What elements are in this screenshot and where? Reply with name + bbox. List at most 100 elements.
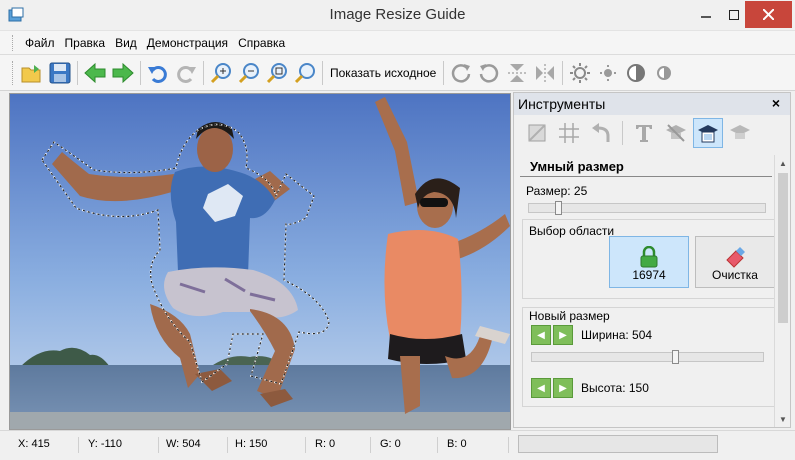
menu-bar: Файл Правка Вид Демонстрация Справка — [0, 31, 795, 55]
rotate-left-icon — [480, 63, 499, 83]
zoom-out-button[interactable] — [235, 59, 263, 87]
crop-tool-button[interactable] — [522, 118, 552, 148]
status-separator — [78, 437, 79, 453]
photo — [10, 94, 510, 429]
close-button[interactable] — [745, 1, 792, 28]
undo-icon — [148, 65, 167, 83]
remove-tool-button[interactable] — [725, 118, 755, 148]
width-row: ◀ ▶ Ширина: 504 — [523, 323, 774, 347]
zoom-fit-button[interactable] — [263, 59, 291, 87]
status-x: X: 415 — [18, 438, 50, 450]
show-original-button[interactable]: Показать исходное — [326, 59, 440, 87]
lock-count: 16974 — [632, 268, 666, 282]
toolbar: Показать исходное — [0, 55, 795, 91]
width-slider[interactable] — [531, 350, 764, 364]
status-separator — [227, 437, 228, 453]
new-size-group: Новый размер ◀ ▶ Ширина: 504 ◀ ▶ Высота:… — [522, 307, 774, 407]
protect-area-button[interactable]: 16974 — [609, 236, 689, 288]
minimize-button[interactable] — [689, 1, 723, 28]
height-row: ◀ ▶ Высота: 150 — [523, 376, 774, 400]
eraser-icon — [726, 247, 745, 268]
zoom-actual-button[interactable] — [291, 59, 319, 87]
width-decrease-button[interactable]: ◀ — [531, 325, 551, 345]
graduation-cap-crossed-icon — [666, 124, 686, 142]
zoom-in-button[interactable] — [207, 59, 235, 87]
panel-scrollbar[interactable]: ▲ ▼ — [774, 155, 790, 427]
status-height: H: 150 — [235, 438, 268, 450]
brightness-down-button[interactable] — [594, 59, 622, 87]
width-increase-button[interactable]: ▶ — [553, 325, 573, 345]
lock-icon — [640, 246, 658, 268]
image-canvas[interactable] — [9, 93, 511, 430]
open-button[interactable] — [18, 59, 46, 87]
status-separator — [370, 437, 371, 453]
toolbar-grip — [12, 60, 15, 85]
toolbar-separator — [203, 60, 204, 85]
zoom-in-icon — [210, 62, 231, 83]
status-red: R: 0 — [315, 438, 336, 450]
smart-resize-off-button[interactable] — [661, 118, 691, 148]
height-increase-button[interactable]: ▶ — [553, 378, 573, 398]
size-slider[interactable] — [528, 201, 766, 215]
back-button[interactable] — [81, 59, 109, 87]
save-button[interactable] — [46, 59, 74, 87]
contrast-down-button[interactable] — [650, 59, 678, 87]
close-icon — [763, 9, 774, 20]
panel-close-button[interactable]: × — [772, 95, 780, 111]
contrast-up-icon — [627, 63, 646, 82]
contrast-up-button[interactable] — [622, 59, 650, 87]
text-icon — [636, 125, 652, 142]
open-folder-icon — [21, 64, 41, 82]
panel-scroll-area: Умный размер Размер: 25 Выбор области 16… — [514, 155, 776, 427]
menu-demo[interactable]: Демонстрация — [142, 36, 233, 50]
scrollbar-thumb[interactable] — [778, 173, 788, 323]
width-slider-knob[interactable] — [672, 350, 679, 364]
menu-file[interactable]: Файл — [20, 36, 60, 50]
status-separator — [158, 437, 159, 453]
toolbar-separator — [443, 60, 445, 85]
zoom-out-icon — [238, 62, 259, 83]
forward-button[interactable] — [109, 59, 137, 87]
toolbar-separator — [322, 60, 323, 85]
grid-tool-button[interactable] — [554, 118, 584, 148]
window-title: Image Resize Guide — [329, 6, 466, 23]
status-width: W: 504 — [166, 438, 201, 450]
rotate-left-button[interactable] — [475, 59, 503, 87]
rotate-right-button[interactable] — [447, 59, 475, 87]
text-tool-button[interactable] — [629, 118, 659, 148]
size-label: Размер: 25 — [526, 184, 588, 198]
smart-resize-button[interactable] — [693, 118, 723, 148]
save-icon — [49, 62, 71, 83]
panel-header: Инструменты × — [514, 93, 790, 115]
progress-bar — [518, 435, 718, 453]
toolbar-separator — [77, 60, 78, 85]
height-decrease-button[interactable]: ◀ — [531, 378, 551, 398]
menu-grip — [12, 34, 15, 51]
clear-button[interactable]: Очистка — [695, 236, 775, 288]
status-separator — [305, 437, 306, 453]
scroll-up-icon[interactable]: ▲ — [775, 155, 791, 171]
status-y: Y: -110 — [88, 438, 123, 450]
tools-panel: Инструменты × Умный размер Размер: 25 Вы… — [513, 92, 791, 428]
back-arrow-icon — [84, 62, 106, 83]
menu-edit[interactable]: Правка — [60, 36, 111, 50]
maximize-button[interactable] — [723, 1, 745, 28]
height-label: Высота: 150 — [581, 381, 649, 395]
redo-button[interactable] — [172, 59, 200, 87]
rotate-tool-button[interactable] — [586, 118, 616, 148]
menu-help[interactable]: Справка — [233, 36, 290, 50]
smart-size-title: Умный размер — [520, 155, 772, 177]
zoom-actual-icon — [294, 62, 315, 83]
toolbar-separator — [562, 60, 564, 85]
flip-vertical-button[interactable] — [503, 59, 531, 87]
grid-icon — [559, 123, 579, 143]
scroll-down-icon[interactable]: ▼ — [775, 411, 791, 427]
flip-horizontal-button[interactable] — [531, 59, 559, 87]
brightness-up-button[interactable] — [566, 59, 594, 87]
forward-arrow-icon — [112, 62, 134, 83]
zoom-fit-icon — [266, 62, 287, 83]
minimize-icon — [701, 15, 711, 18]
undo-button[interactable] — [144, 59, 172, 87]
menu-view[interactable]: Вид — [110, 36, 142, 50]
size-slider-knob[interactable] — [555, 201, 562, 215]
